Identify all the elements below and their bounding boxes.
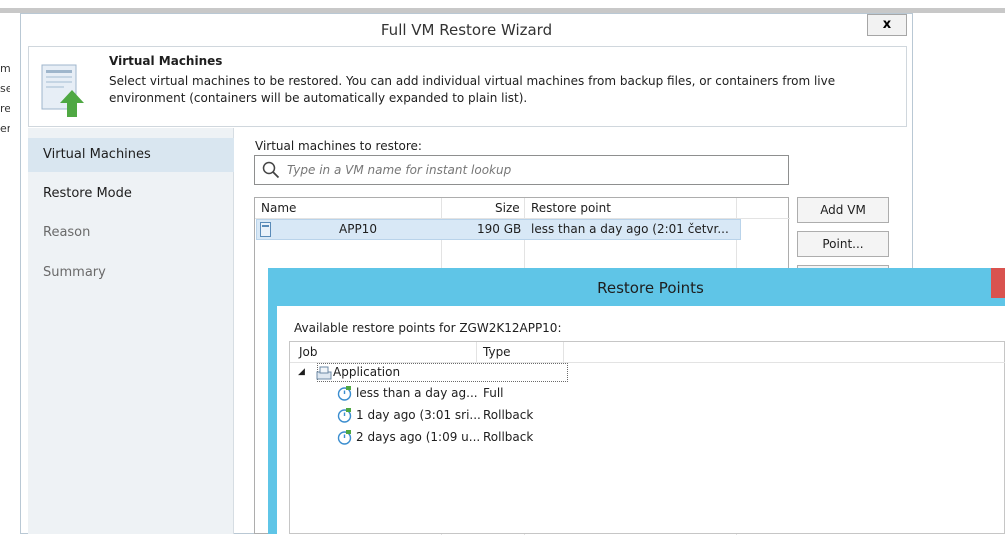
wizard-titlebar: Full VM Restore Wizard x <box>21 14 912 46</box>
restore-point-icon <box>337 430 352 445</box>
step-virtual-machines[interactable]: Virtual Machines <box>43 147 151 162</box>
column-header-name[interactable]: Name <box>261 198 296 218</box>
backup-job-icon <box>316 366 332 380</box>
restore-point-type: Rollback <box>483 408 534 422</box>
restore-point-type: Full <box>483 386 504 400</box>
restore-point-job[interactable]: 2 days ago (1:09 u... <box>356 427 480 447</box>
column-separator <box>563 342 564 362</box>
restore-points-label: Available restore points for ZGW2K12APP1… <box>294 321 562 335</box>
background-text-fragment: m <box>0 62 10 75</box>
restore-points-dialog: Restore Points Available restore points … <box>268 268 1005 534</box>
restore-point-job[interactable]: less than a day ag... <box>356 383 478 403</box>
wizard-header: Virtual Machines Select virtual machines… <box>28 46 907 127</box>
wizard-close-button[interactable]: x <box>867 14 907 36</box>
restore-points-title: Restore Points <box>597 279 704 297</box>
header-title: Virtual Machines <box>109 54 223 68</box>
restore-point-icon <box>337 386 352 401</box>
background-text-fragment: er <box>0 122 10 135</box>
restore-point-job[interactable]: 1 day ago (3:01 sri... <box>356 405 481 425</box>
restore-points-body: Available restore points for ZGW2K12APP1… <box>277 306 1005 534</box>
tree-group-application[interactable]: Application <box>333 362 400 382</box>
step-restore-mode[interactable]: Restore Mode <box>43 186 132 201</box>
vm-restore-point: less than a day ago (2:01 četvr... <box>531 222 729 236</box>
vm-size: 190 GB <box>477 222 522 236</box>
search-icon <box>262 161 280 179</box>
background-text-fragment: se <box>0 82 10 95</box>
wizard-title: Full VM Restore Wizard <box>380 21 553 39</box>
restore-points-tree[interactable]: Job Type ◢ Application less than a day a… <box>289 341 1005 534</box>
column-header-size[interactable]: Size <box>495 198 520 218</box>
wizard-steps-panel: Virtual Machines Restore Mode Reason Sum… <box>28 128 234 534</box>
column-header-type[interactable]: Type <box>483 342 511 362</box>
add-vm-button[interactable]: Add VM <box>797 197 889 223</box>
vm-restore-icon <box>41 64 84 117</box>
restore-point-type: Rollback <box>483 430 534 444</box>
background-text-fragment: re <box>0 102 10 115</box>
search-placeholder: Type in a VM name for instant lookup <box>287 163 512 177</box>
vm-list-label: Virtual machines to restore: <box>255 139 422 153</box>
vm-search-input[interactable]: Type in a VM name for instant lookup <box>254 155 789 185</box>
point-button[interactable]: Point... <box>797 231 889 257</box>
vm-name: APP10 <box>339 222 377 236</box>
vm-icon <box>260 222 271 237</box>
restore-point-icon <box>337 408 352 423</box>
step-reason[interactable]: Reason <box>43 225 90 240</box>
restore-points-close-button[interactable] <box>991 268 1005 298</box>
step-summary[interactable]: Summary <box>43 265 106 280</box>
column-header-restore-point[interactable]: Restore point <box>531 198 611 218</box>
header-description: Select virtual machines to be restored. … <box>109 74 836 105</box>
column-separator <box>476 342 477 362</box>
column-header-job[interactable]: Job <box>299 342 318 362</box>
collapse-arrow-icon[interactable]: ◢ <box>298 362 305 382</box>
